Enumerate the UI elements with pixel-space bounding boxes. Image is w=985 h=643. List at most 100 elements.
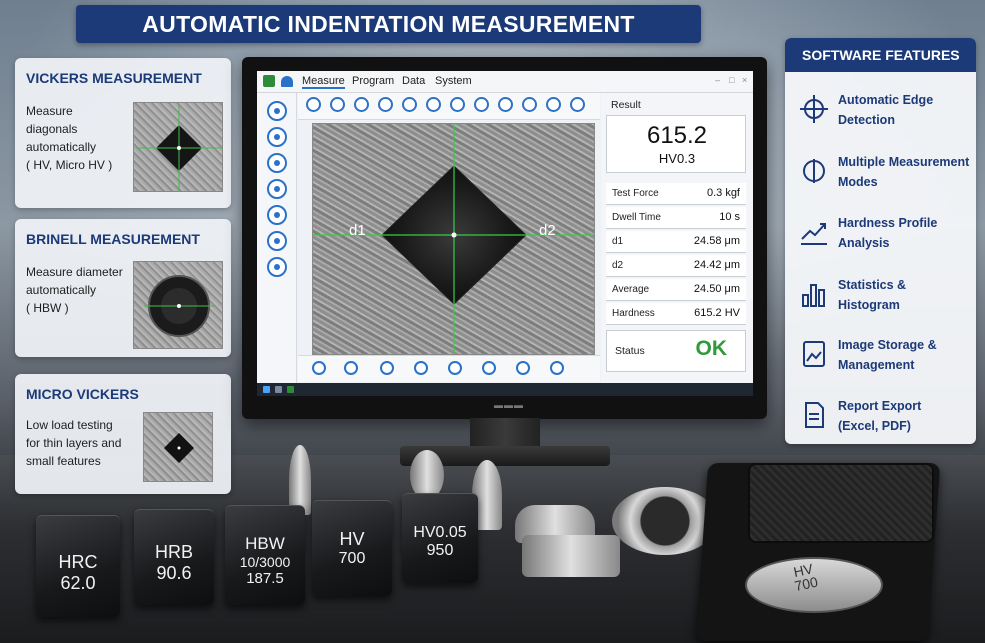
toolbar-button[interactable] <box>550 361 564 375</box>
toolbar-button[interactable] <box>448 361 462 375</box>
brinell-indent-thumbnail <box>133 261 223 349</box>
status-badge: OK <box>695 337 728 360</box>
image-icon <box>803 341 825 367</box>
card-description: Measure diagonals automatically ( HV, Mi… <box>26 104 113 172</box>
feature-item: Report Export (Excel, PDF) <box>799 396 969 446</box>
bottom-toolbar <box>298 355 600 382</box>
taskbar-app-icon[interactable] <box>275 386 282 393</box>
toolbar-button[interactable] <box>312 361 326 375</box>
feature-item: Statistics & Histogram <box>799 275 969 325</box>
top-toolbar <box>298 93 600 120</box>
sidebar-tool-button[interactable] <box>267 101 287 121</box>
toolbar-button[interactable] <box>522 97 537 112</box>
software-features-panel: SOFTWARE FEATURES Automatic Edge Detectio… <box>785 38 976 444</box>
toolbar-button[interactable] <box>306 97 321 112</box>
test-block-hv005: HV0.05 950 <box>402 493 478 583</box>
hardness-unit: HV0.3 <box>658 151 696 166</box>
toolbar-button[interactable] <box>402 97 417 112</box>
toolbar-button[interactable] <box>378 97 393 112</box>
d1-label: d1 <box>349 222 366 239</box>
result-box: 615.2 HV0.3 <box>606 115 746 173</box>
test-block-hrb: HRB 90.6 <box>134 509 214 605</box>
toolbar-button[interactable] <box>498 97 513 112</box>
result-panel: Result 615.2 HV0.3 Test Force 0.3 kgf Dw… <box>601 93 753 383</box>
sidebar-tool-button[interactable] <box>267 127 287 147</box>
result-row: d1 24.58 μm <box>606 231 746 253</box>
micro-indent-icon <box>164 433 194 463</box>
result-title: Result <box>611 99 641 111</box>
left-tool-sidebar <box>257 93 297 383</box>
toolbar-button[interactable] <box>426 97 441 112</box>
crosshair-icon <box>800 95 828 123</box>
sidebar-tool-button[interactable] <box>267 231 287 251</box>
test-block-hv: HV 700 <box>312 500 392 596</box>
start-icon[interactable] <box>263 386 270 393</box>
close-icon[interactable]: × <box>742 75 747 85</box>
home-icon[interactable] <box>281 76 293 87</box>
sidebar-tool-button[interactable] <box>267 153 287 173</box>
card-title: BRINELL MEASUREMENT <box>26 231 200 247</box>
os-taskbar <box>257 383 753 396</box>
feature-item: Automatic Edge Detection <box>799 90 969 140</box>
result-row: Dwell Time 10 s <box>606 207 746 229</box>
app-logo-icon <box>263 75 275 87</box>
card-title: VICKERS MEASUREMENT <box>26 70 202 86</box>
case-foam-lid <box>748 463 934 543</box>
software-screen: Measure Program Data System – □ × d1 d2 … <box>257 71 753 396</box>
result-row: Hardness 615.2 HV <box>606 303 746 325</box>
target-icon <box>803 159 825 183</box>
toolbar-button[interactable] <box>546 97 561 112</box>
micro-vickers-indent-thumbnail <box>143 412 213 482</box>
maximize-icon[interactable]: □ <box>729 75 734 85</box>
status-label: Status <box>615 345 645 357</box>
brinell-card: BRINELL MEASUREMENT Measure diameter aut… <box>15 219 231 357</box>
vickers-indent-measurement-icon <box>313 124 594 354</box>
toolbar-button[interactable] <box>450 97 465 112</box>
feature-item: Image Storage & Management <box>799 335 969 385</box>
toolbar-button[interactable] <box>380 361 394 375</box>
toolbar-button[interactable] <box>474 97 489 112</box>
card-description: Low load testing for thin layers and sma… <box>26 418 122 468</box>
sidebar-tool-button[interactable] <box>267 205 287 225</box>
result-row: Average 24.50 μm <box>606 279 746 301</box>
monitor-brand-logo: ▬▬▬ <box>494 400 524 410</box>
toolbar-button[interactable] <box>482 361 496 375</box>
menu-bar: Measure Program Data System – □ × <box>257 71 753 93</box>
toolbar-button[interactable] <box>354 97 369 112</box>
document-icon <box>805 402 824 428</box>
feature-item: Multiple Measurement Modes <box>799 152 969 202</box>
result-row: d2 24.42 μm <box>606 255 746 277</box>
vickers-indent-thumbnail <box>133 102 223 192</box>
vickers-card: VICKERS MEASUREMENT Measure diagonals au… <box>15 58 231 208</box>
micro-vickers-card: MICRO VICKERS Low load testing for thin … <box>15 374 231 494</box>
d2-label: d2 <box>539 222 556 239</box>
card-description: Measure diameter automatically ( HBW ) <box>26 265 123 315</box>
status-box: Status OK <box>606 330 746 372</box>
trend-chart-icon <box>801 223 827 245</box>
toolbar-button[interactable] <box>330 97 345 112</box>
menu-program[interactable]: Program <box>352 75 394 87</box>
page-title: AUTOMATIC INDENTATION MEASUREMENT <box>76 5 701 43</box>
toolbar-button[interactable] <box>414 361 428 375</box>
indentation-image-view[interactable]: d1 d2 <box>312 123 595 355</box>
bar-chart-icon <box>802 284 825 307</box>
result-row: Test Force 0.3 kgf <box>606 183 746 205</box>
vickers-indent-icon <box>136 105 222 191</box>
features-title: SOFTWARE FEATURES <box>785 38 976 72</box>
feature-item: Hardness Profile Analysis <box>799 213 969 263</box>
sidebar-tool-button[interactable] <box>267 257 287 277</box>
test-block-hbw: HBW 10/3000 187.5 <box>225 505 305 605</box>
toolbar-button[interactable] <box>344 361 358 375</box>
brinell-indent-icon <box>144 275 214 337</box>
toolbar-button[interactable] <box>516 361 530 375</box>
menu-measure[interactable]: Measure <box>302 75 345 89</box>
taskbar-app-icon[interactable] <box>287 386 294 393</box>
toolbar-button[interactable] <box>570 97 585 112</box>
v-block-fixture <box>522 535 620 577</box>
menu-data[interactable]: Data <box>402 75 425 87</box>
minimize-icon[interactable]: – <box>715 75 720 85</box>
menu-system[interactable]: System <box>435 75 472 87</box>
card-title: MICRO VICKERS <box>26 386 139 402</box>
test-block-hrc: HRC 62.0 <box>36 515 120 617</box>
sidebar-tool-button[interactable] <box>267 179 287 199</box>
